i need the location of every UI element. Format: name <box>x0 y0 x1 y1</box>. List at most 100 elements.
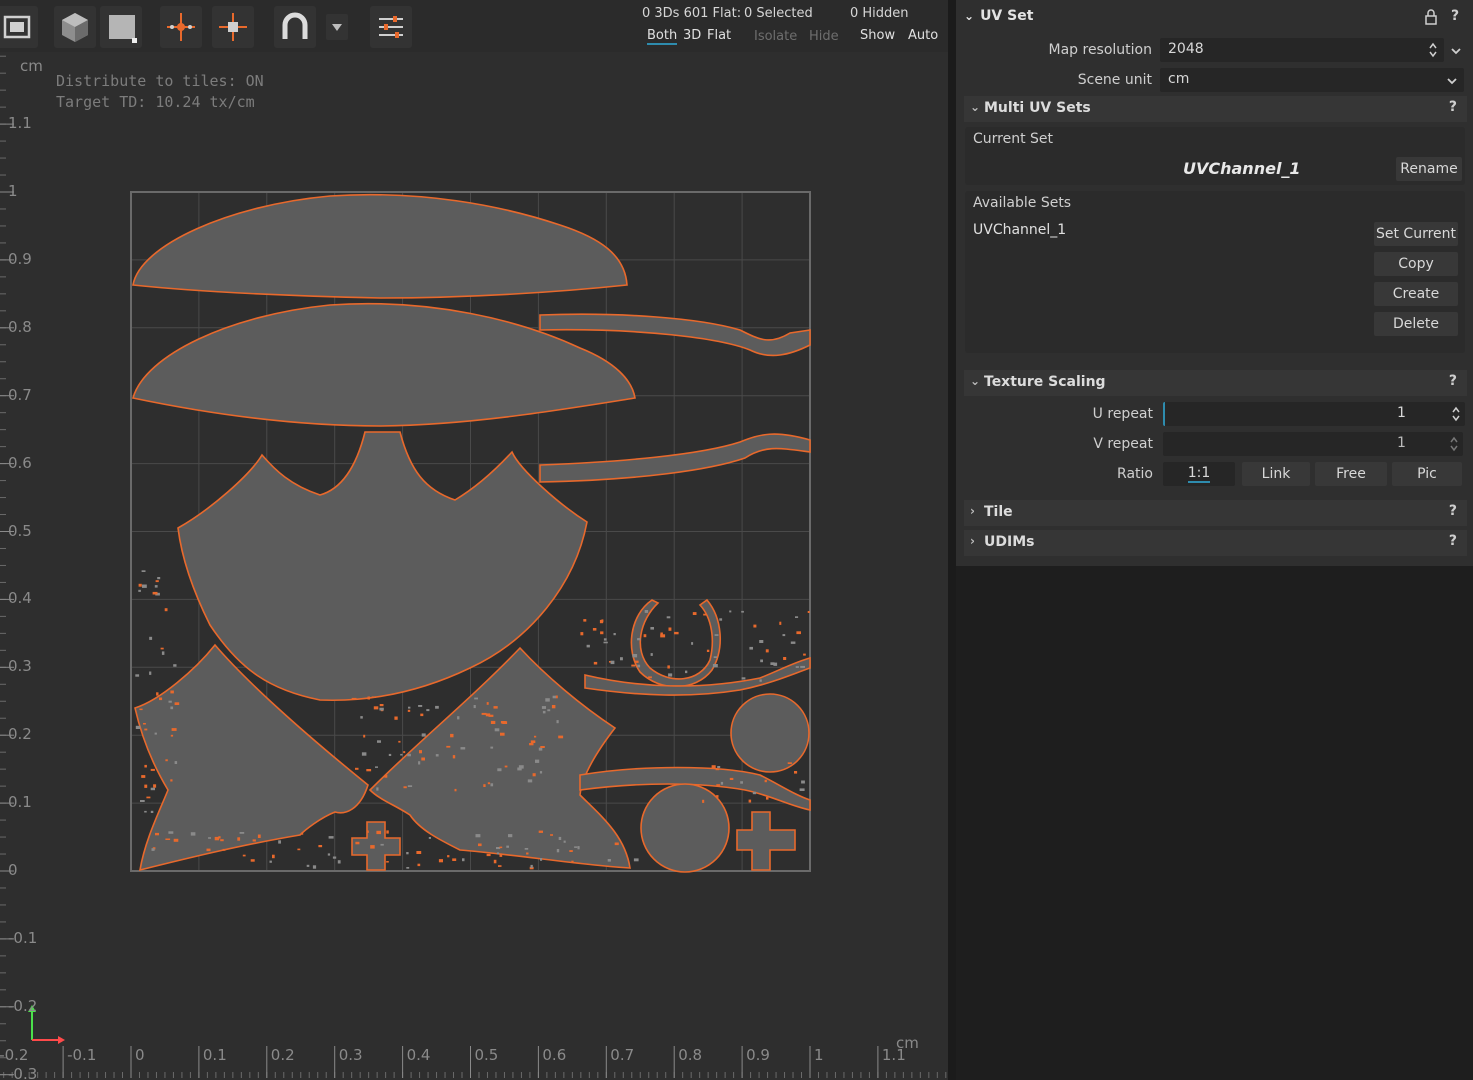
uv-fragment <box>394 716 398 720</box>
ruler-y-label: 0.9 <box>8 249 32 268</box>
uv-fragment <box>361 752 367 756</box>
spin-arrows-icon[interactable] <box>1428 41 1438 59</box>
uv-fragment <box>170 779 173 782</box>
uv-disc[interactable] <box>640 783 730 873</box>
uv-canvas[interactable] <box>0 0 948 1080</box>
uv-fragment <box>483 784 486 787</box>
uv-cross[interactable] <box>736 811 796 871</box>
ratio-link-button[interactable]: Link <box>1242 462 1310 486</box>
uv-strip[interactable] <box>539 433 811 483</box>
uv-fragment <box>242 854 246 857</box>
uv-fragment <box>450 733 454 738</box>
uv-fragment <box>493 859 497 864</box>
uv-disc[interactable] <box>730 693 810 773</box>
uv-fragment <box>538 747 543 751</box>
uv-fragment <box>711 765 716 769</box>
uv-fragment <box>490 746 494 749</box>
uv-fragment <box>650 653 653 656</box>
create-button[interactable]: Create <box>1374 282 1458 306</box>
multi-uv-sets-title: Multi UV Sets <box>984 100 1091 116</box>
uv-fragment <box>794 771 798 774</box>
delete-button[interactable]: Delete <box>1374 312 1458 336</box>
uv-fragment <box>149 671 152 675</box>
uv-fragment <box>408 706 411 709</box>
uv-fragment <box>139 708 143 711</box>
uv-fragment <box>593 661 598 665</box>
uv-fragment <box>488 714 494 717</box>
uv-fragment <box>498 865 502 867</box>
uv-fragment <box>535 759 540 763</box>
ratio-pic-button[interactable]: Pic <box>1392 462 1462 486</box>
uv-fragment <box>583 619 587 622</box>
spin-arrows-icon[interactable] <box>1451 405 1461 423</box>
uv-fragment <box>421 733 426 737</box>
uv-fragment <box>327 853 331 856</box>
multi-uv-sets-header[interactable]: ⌄ Multi UV Sets ? <box>964 96 1467 122</box>
ruler-x-label: 0.7 <box>610 1046 635 1064</box>
uv-fragment <box>318 845 323 848</box>
uv-fragment <box>558 836 562 840</box>
uv-fragment <box>419 750 422 754</box>
lock-icon[interactable] <box>1424 9 1438 29</box>
texture-scaling-header[interactable]: ⌄ Texture Scaling ? <box>964 370 1467 396</box>
map-resolution-field[interactable]: 2048 <box>1160 38 1444 62</box>
uv-fragment <box>691 642 694 645</box>
uv-fragment <box>486 853 491 857</box>
chevron-down-icon[interactable] <box>1450 42 1462 61</box>
uv-strip[interactable] <box>630 598 722 688</box>
uv-fragment <box>438 859 443 863</box>
uv-fragment <box>173 838 179 842</box>
uv-fragment <box>648 676 652 679</box>
uv-fragment <box>766 796 769 800</box>
uv-fragment <box>165 759 168 762</box>
uv-fragment <box>367 696 370 700</box>
uv-fragment <box>529 743 534 746</box>
uv-fragment <box>706 649 710 652</box>
ruler-x-label: 1 <box>814 1046 824 1064</box>
uv-fragment <box>144 728 148 731</box>
uv-fragment <box>644 610 649 613</box>
uv-fragment <box>170 690 174 694</box>
uv-fragment <box>447 855 450 858</box>
uv-fragment <box>190 832 196 836</box>
uv-fragment <box>306 864 310 867</box>
uv-fragment <box>490 720 496 724</box>
v-repeat-field[interactable]: 1 <box>1163 432 1463 456</box>
uv-cross[interactable] <box>351 821 401 871</box>
ratio-label: Ratio <box>1117 466 1153 482</box>
tile-header[interactable]: › Tile ? <box>964 500 1467 526</box>
uv-set-header[interactable]: ⌄ UV Set <box>964 8 1033 24</box>
uv-set-help-icon[interactable]: ? <box>1451 8 1459 24</box>
uv-fragment <box>490 783 494 787</box>
scene-unit-label: Scene unit <box>1077 72 1152 88</box>
uv-viewport[interactable]: 0 3Ds 601 Flat: 0 Selected 0 Hidden Both… <box>0 0 948 1080</box>
uv-set-list-item[interactable]: UVChannel_1 <box>973 222 1066 238</box>
copy-button[interactable]: Copy <box>1374 252 1458 276</box>
panel-divider[interactable] <box>948 0 956 1080</box>
help-icon[interactable]: ? <box>1449 373 1457 389</box>
uv-fragment <box>577 846 580 850</box>
spin-arrows-icon[interactable] <box>1449 435 1459 453</box>
help-icon[interactable]: ? <box>1449 503 1457 519</box>
rename-button[interactable]: Rename <box>1396 157 1462 181</box>
scene-unit-select[interactable]: cm <box>1160 68 1464 92</box>
ratio-free-button[interactable]: Free <box>1315 462 1387 486</box>
ruler-x-label: 0.1 <box>202 1046 227 1064</box>
set-current-button[interactable]: Set Current <box>1374 222 1458 246</box>
uv-fragment <box>239 832 245 834</box>
uv-fragment <box>174 761 178 764</box>
u-repeat-field[interactable]: 1 <box>1163 402 1465 426</box>
uv-fragment <box>787 762 792 764</box>
v-repeat-value: 1 <box>1397 435 1406 451</box>
uv-fragment <box>160 647 164 650</box>
udims-header[interactable]: › UDIMs ? <box>964 530 1467 556</box>
ruler-x-label: -0.2 <box>0 1046 29 1064</box>
ratio-1-1-button[interactable]: 1:1 <box>1163 462 1235 486</box>
uv-fragment <box>173 664 177 667</box>
help-icon[interactable]: ? <box>1449 99 1457 115</box>
uv-fragment <box>460 747 466 750</box>
uv-fragment <box>556 849 560 853</box>
uv-island[interactable] <box>132 193 628 299</box>
help-icon[interactable]: ? <box>1449 533 1457 549</box>
uv-fragment <box>141 570 146 572</box>
